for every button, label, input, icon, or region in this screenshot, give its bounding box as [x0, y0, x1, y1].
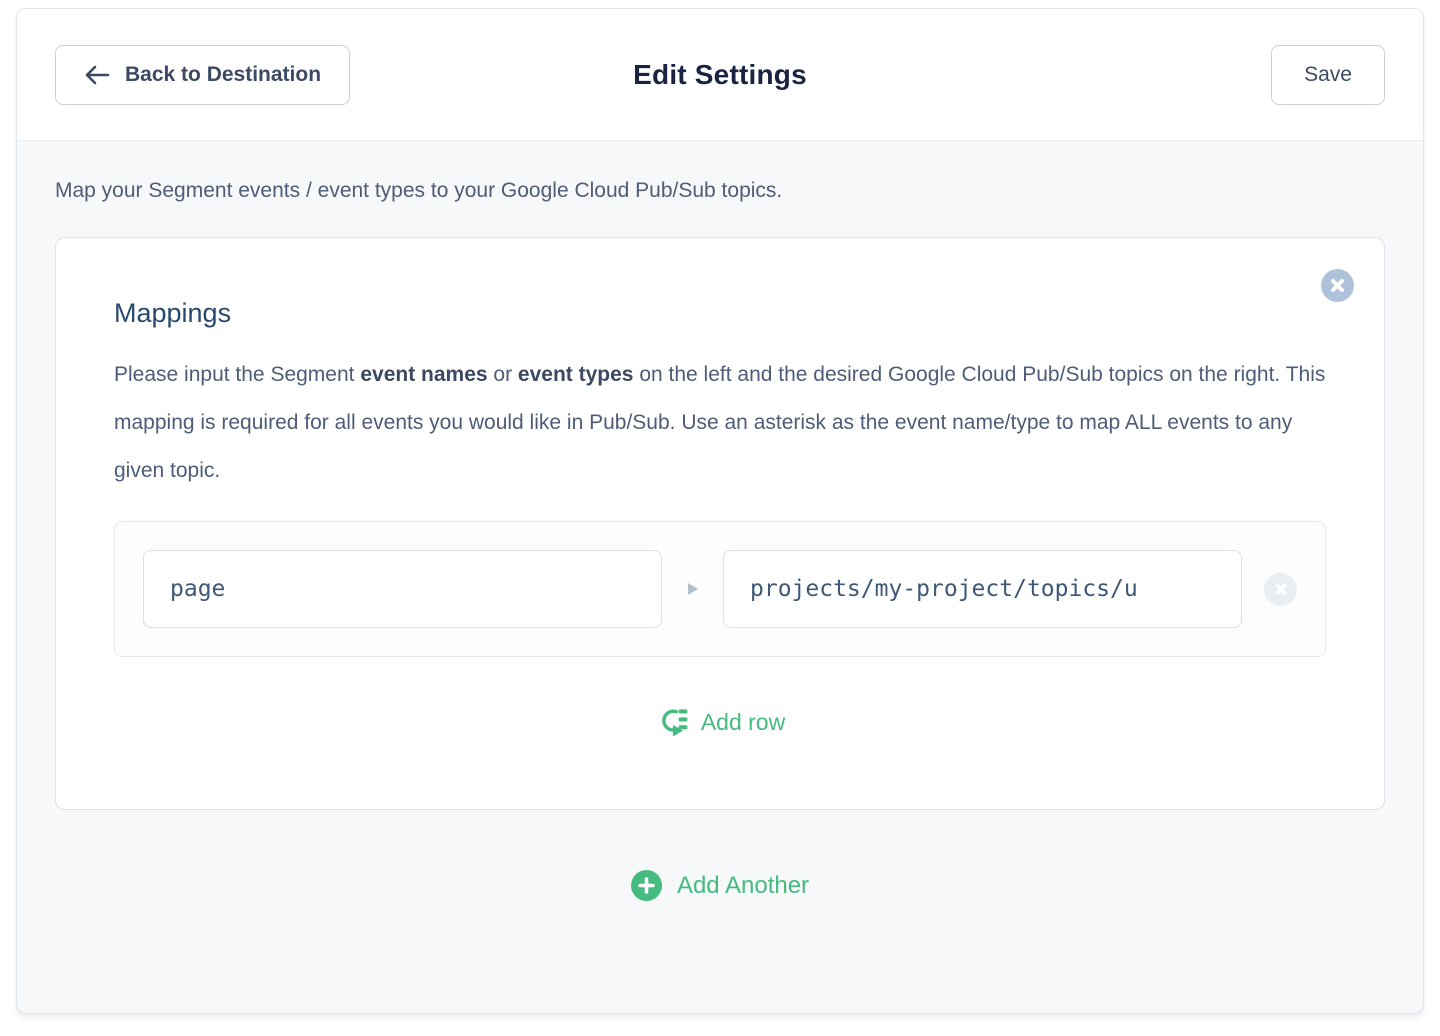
mappings-description: Please input the Segment event names or …: [114, 351, 1326, 495]
add-row-icon: [655, 707, 688, 737]
close-icon: [1329, 277, 1346, 294]
mappings-card: Mappings Please input the Segment event …: [55, 237, 1385, 810]
add-row-label: Add row: [701, 709, 785, 736]
topic-input[interactable]: [723, 550, 1242, 628]
arrow-right-icon: [686, 581, 699, 597]
add-row-container: Add row: [114, 707, 1326, 737]
back-button-label: Back to Destination: [125, 63, 321, 87]
desc-bold-event-names: event names: [360, 363, 487, 386]
mappings-title: Mappings: [114, 298, 1326, 329]
desc-part: or: [488, 363, 518, 386]
mapping-row: [114, 521, 1326, 657]
add-row-button[interactable]: Add row: [655, 707, 785, 737]
back-to-destination-button[interactable]: Back to Destination: [55, 45, 350, 105]
add-another-button[interactable]: Add Another: [631, 870, 809, 901]
event-name-input[interactable]: [143, 550, 662, 628]
close-icon: [1273, 581, 1289, 597]
plus-icon: [631, 870, 662, 901]
card-close-button[interactable]: [1321, 269, 1354, 302]
remove-row-button[interactable]: [1264, 573, 1297, 606]
arrow-left-icon: [84, 64, 110, 86]
add-another-container: Add Another: [55, 870, 1385, 901]
add-another-label: Add Another: [677, 872, 809, 900]
desc-bold-event-types: event types: [518, 363, 634, 386]
desc-part: Please input the Segment: [114, 363, 360, 386]
intro-text: Map your Segment events / event types to…: [55, 179, 1385, 203]
settings-body: Map your Segment events / event types to…: [17, 141, 1423, 1013]
save-button[interactable]: Save: [1271, 45, 1385, 105]
settings-page: Back to Destination Edit Settings Save M…: [16, 8, 1424, 1014]
page-title: Edit Settings: [633, 59, 807, 91]
header-bar: Back to Destination Edit Settings Save: [17, 9, 1423, 141]
